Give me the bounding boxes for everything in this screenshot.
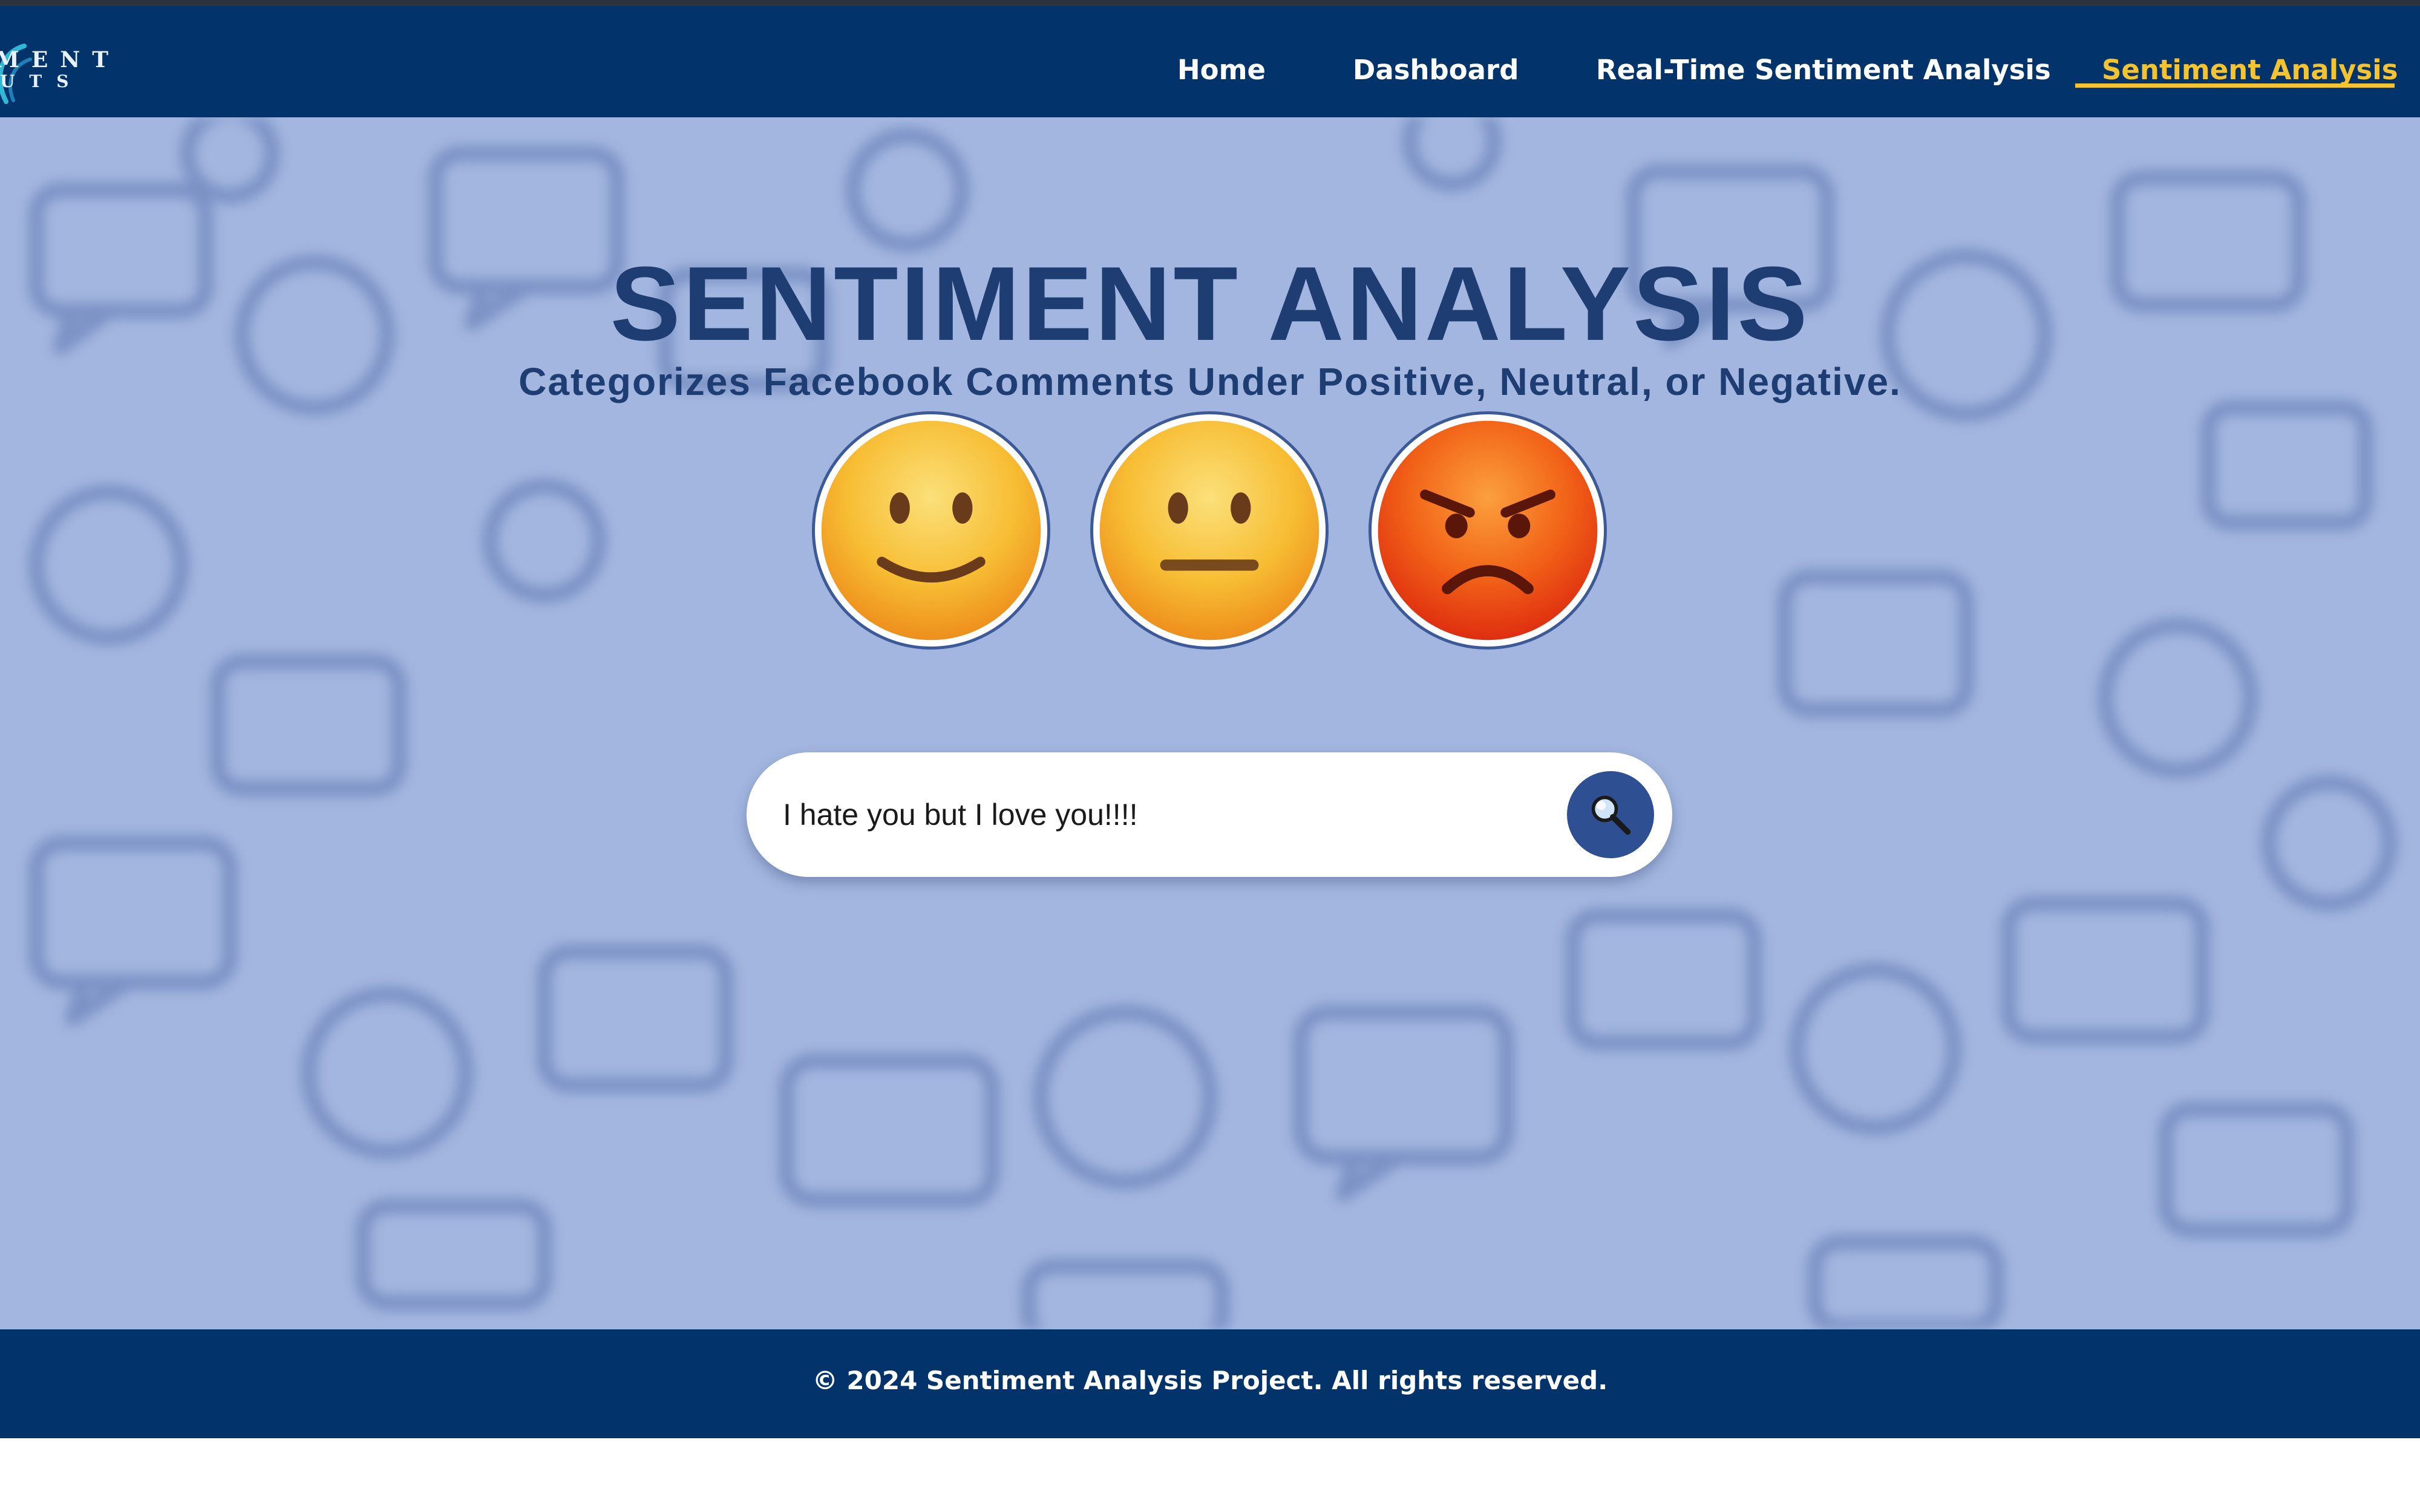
nav-dashboard[interactable]: Dashboard bbox=[1353, 46, 1519, 94]
negative-emoji bbox=[1369, 411, 1607, 650]
page-title: SENTIMENT ANALYSIS bbox=[610, 244, 1810, 362]
comment-search-box bbox=[747, 752, 1672, 877]
neutral-face-icon bbox=[1099, 420, 1320, 640]
search-icon bbox=[1591, 795, 1631, 835]
logo[interactable]: MENT UTS bbox=[0, 41, 121, 108]
page-bottom-area bbox=[0, 1438, 2420, 1512]
slightly-smiling-face-icon bbox=[821, 420, 1041, 640]
browser-top-edge bbox=[0, 0, 2420, 6]
logo-text-line1: MENT bbox=[0, 47, 120, 73]
analyze-search-button[interactable] bbox=[1567, 771, 1654, 858]
navbar: MENT UTS Home Dashboard Real-Time Sentim… bbox=[0, 6, 2420, 117]
neutral-emoji bbox=[1090, 411, 1329, 650]
active-nav-underline bbox=[2075, 83, 2395, 88]
positive-emoji bbox=[812, 411, 1050, 650]
page-subtitle: Categorizes Facebook Comments Under Posi… bbox=[518, 360, 1902, 403]
footer-copyright: © 2024 Sentiment Analysis Project. All r… bbox=[812, 1366, 1608, 1395]
footer: © 2024 Sentiment Analysis Project. All r… bbox=[0, 1329, 2420, 1438]
logo-text-line2: UTS bbox=[0, 71, 83, 91]
comment-input[interactable] bbox=[783, 787, 1497, 842]
nav-real-time-sentiment-analysis[interactable]: Real-Time Sentiment Analysis bbox=[1596, 46, 2051, 94]
angry-face-icon bbox=[1378, 420, 1598, 640]
main-content: SENTIMENT ANALYSIS Categorizes Facebook … bbox=[0, 117, 2420, 1329]
nav-home[interactable]: Home bbox=[1177, 46, 1266, 94]
